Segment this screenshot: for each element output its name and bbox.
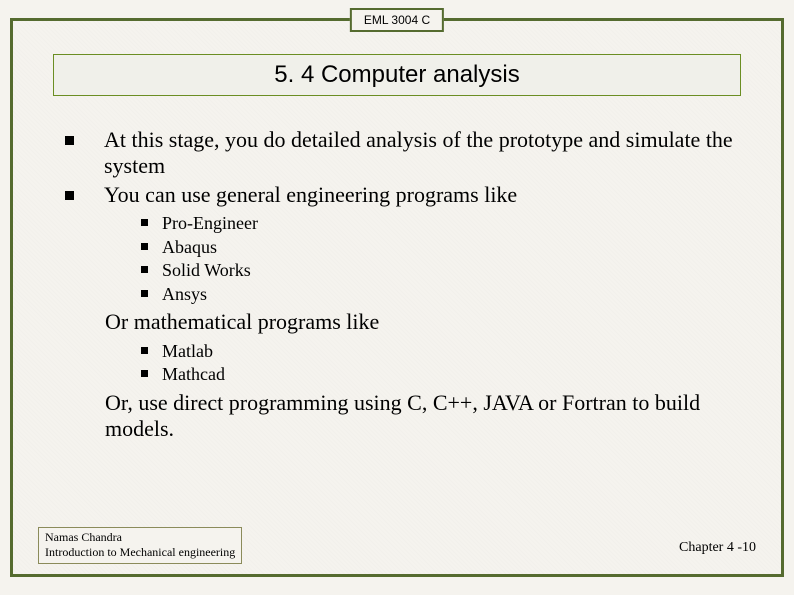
list-item-text: Solid Works <box>162 259 251 282</box>
bullet-item: At this stage, you do detailed analysis … <box>43 127 751 180</box>
square-bullet-icon <box>141 290 148 297</box>
bullet-item: You can use general engineering programs… <box>43 182 751 208</box>
square-bullet-icon <box>141 347 148 354</box>
list-item-text: Mathcad <box>162 363 225 386</box>
footer-chapter: Chapter 4 -10 <box>679 540 756 556</box>
bullet-text: You can use general engineering programs… <box>104 182 751 208</box>
square-bullet-icon <box>141 266 148 273</box>
footer-author-box: Namas Chandra Introduction to Mechanical… <box>38 527 242 564</box>
math-programs-list: Matlab Mathcad <box>141 340 751 386</box>
footer-author: Namas Chandra <box>45 530 235 546</box>
course-tag: EML 3004 C <box>350 8 444 32</box>
continuation-text: Or mathematical programs like <box>105 309 751 335</box>
list-item: Matlab <box>141 340 751 363</box>
list-item-text: Abaqus <box>162 236 217 259</box>
slide-title: 5. 4 Computer analysis <box>53 54 741 96</box>
square-bullet-icon <box>141 219 148 226</box>
bullet-text: At this stage, you do detailed analysis … <box>104 127 751 180</box>
list-item: Ansys <box>141 283 751 306</box>
slide-content: At this stage, you do detailed analysis … <box>43 127 751 442</box>
list-item-text: Matlab <box>162 340 213 363</box>
slide-frame: 5. 4 Computer analysis At this stage, yo… <box>10 18 784 577</box>
continuation-text: Or, use direct programming using C, C++,… <box>105 390 751 443</box>
square-bullet-icon <box>65 136 74 145</box>
square-bullet-icon <box>141 243 148 250</box>
list-item: Solid Works <box>141 259 751 282</box>
engineering-programs-list: Pro-Engineer Abaqus Solid Works Ansys <box>141 212 751 305</box>
footer-subtitle: Introduction to Mechanical engineering <box>45 545 235 561</box>
list-item-text: Pro-Engineer <box>162 212 258 235</box>
list-item-text: Ansys <box>162 283 207 306</box>
square-bullet-icon <box>65 191 74 200</box>
list-item: Abaqus <box>141 236 751 259</box>
square-bullet-icon <box>141 370 148 377</box>
list-item: Mathcad <box>141 363 751 386</box>
list-item: Pro-Engineer <box>141 212 751 235</box>
